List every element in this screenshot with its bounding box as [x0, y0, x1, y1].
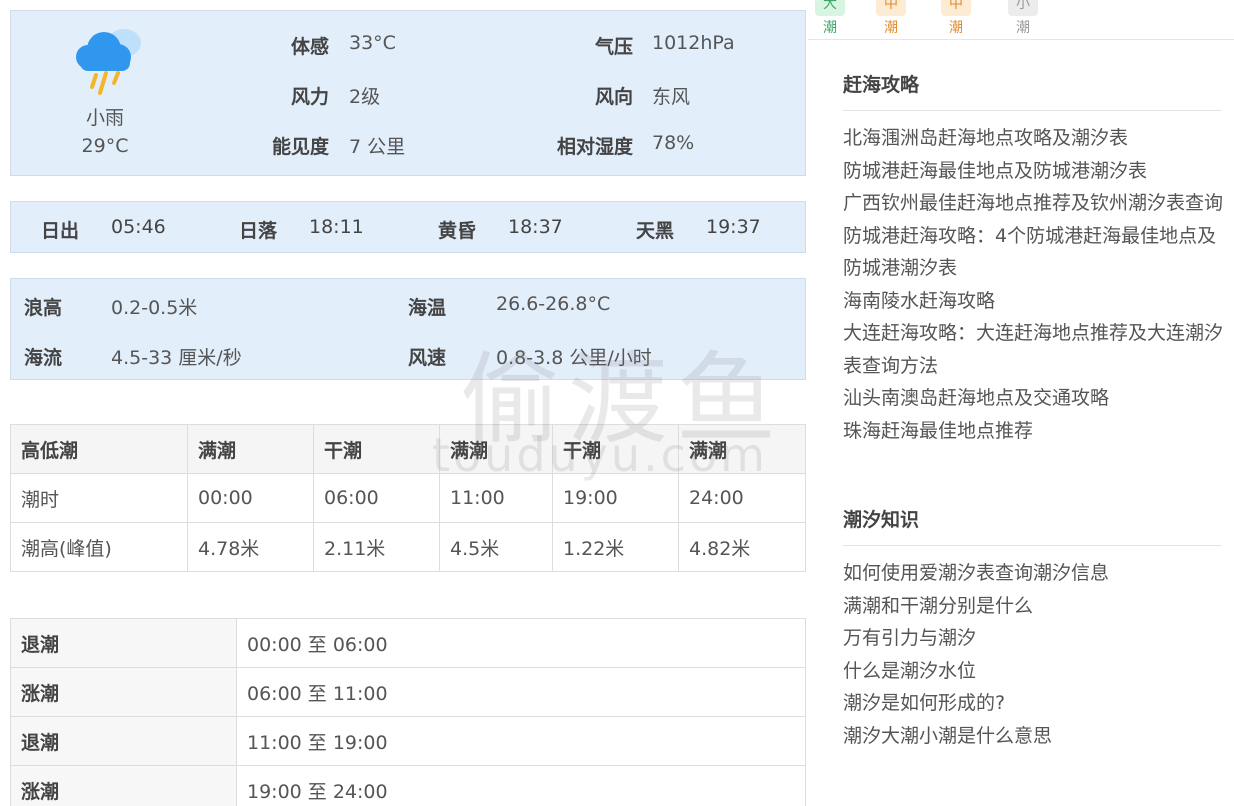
knowledge-section-title: 潮汐知识	[843, 509, 920, 531]
guide-link[interactable]: 珠海赶海最佳地点推荐	[843, 415, 1223, 448]
wind-speed-label: 风速	[408, 347, 447, 369]
guide-link[interactable]: 防城港赶海最佳地点及防城港潮汐表	[843, 155, 1223, 188]
table-cell: 06:00	[313, 473, 440, 523]
watermark-url: touduyu.com	[432, 428, 768, 482]
table-cell: 4.82米	[678, 522, 806, 572]
wind-direction-value: 东风	[652, 86, 691, 108]
tide-tag[interactable]: 大潮	[815, 0, 845, 36]
table-row: 涨潮 06:00 至 11:00	[10, 667, 806, 717]
sunrise-label: 日出	[41, 220, 80, 242]
table-cell: 潮时	[10, 473, 188, 523]
pressure-value: 1012hPa	[652, 32, 735, 54]
phase-range: 00:00 至 06:00	[236, 618, 806, 668]
sunset-label: 日落	[239, 220, 278, 242]
phase-range: 11:00 至 19:00	[236, 716, 806, 766]
feels-like-value: 33°C	[349, 32, 396, 54]
guide-link-list: 北海涠洲岛赶海地点攻略及潮汐表 防城港赶海最佳地点及防城港潮汐表 广西钦州最佳赶…	[843, 122, 1223, 447]
weather-row: 体感 33°C 气压 1012hPa	[11, 32, 807, 62]
knowledge-link[interactable]: 满潮和干潮分别是什么	[843, 590, 1223, 623]
table-row: 退潮 00:00 至 06:00	[10, 618, 806, 668]
guide-section-title: 赶海攻略	[843, 74, 920, 96]
table-row: 潮高(峰值) 4.78米 2.11米 4.5米 1.22米 4.82米	[10, 522, 806, 572]
dark-value: 19:37	[706, 216, 761, 238]
tide-tag[interactable]: 中潮	[941, 0, 971, 36]
divider	[843, 545, 1222, 546]
knowledge-link[interactable]: 如何使用爱潮汐表查询潮汐信息	[843, 557, 1223, 590]
guide-link[interactable]: 大连赶海攻略：大连赶海地点推荐及大连潮汐表查询方法	[843, 317, 1223, 382]
table-header: 高低潮	[10, 424, 188, 474]
wind-force-label: 风力	[290, 86, 329, 108]
phase-type: 涨潮	[10, 667, 237, 717]
weather-panel: 小雨 29°C 体感 33°C 气压 1012hPa 风力 2级 风向 东风 能…	[10, 10, 806, 176]
table-cell: 4.78米	[187, 522, 314, 572]
wind-force-value: 2级	[349, 86, 381, 108]
humidity-label: 相对湿度	[556, 136, 633, 158]
knowledge-link[interactable]: 什么是潮汐水位	[843, 655, 1223, 688]
phase-range: 19:00 至 24:00	[236, 765, 806, 806]
sea-temp-label: 海温	[408, 297, 447, 319]
tide-tag[interactable]: 中潮	[876, 0, 906, 36]
knowledge-link[interactable]: 潮汐大潮小潮是什么意思	[843, 720, 1223, 753]
sun-times-panel: 日出 05:46 日落 18:11 黄昏 18:37 天黑 19:37	[10, 201, 806, 253]
sea-temp-value: 26.6-26.8°C	[496, 293, 611, 315]
humidity-value: 78%	[652, 132, 695, 154]
table-cell: 4.5米	[439, 522, 553, 572]
table-row: 涨潮 19:00 至 24:00	[10, 765, 806, 806]
guide-link[interactable]: 北海涠洲岛赶海地点攻略及潮汐表	[843, 122, 1223, 155]
current-label: 海流	[24, 347, 63, 369]
table-cell: 潮高(峰值)	[10, 522, 188, 572]
tide-tag[interactable]: 小潮	[1008, 0, 1038, 36]
divider	[843, 110, 1222, 111]
main-content: 小雨 29°C 体感 33°C 气压 1012hPa 风力 2级 风向 东风 能…	[0, 0, 808, 806]
phase-type: 涨潮	[10, 765, 237, 806]
current-value: 4.5-33 厘米/秒	[111, 347, 242, 369]
dusk-label: 黄昏	[438, 220, 477, 242]
phase-range: 06:00 至 11:00	[236, 667, 806, 717]
table-row: 退潮 11:00 至 19:00	[10, 716, 806, 766]
pressure-label: 气压	[594, 36, 633, 58]
knowledge-link-list: 如何使用爱潮汐表查询潮汐信息 满潮和干潮分别是什么 万有引力与潮汐 什么是潮汐水…	[843, 557, 1223, 752]
visibility-value: 7 公里	[349, 136, 406, 158]
sunset-value: 18:11	[309, 216, 364, 238]
sidebar: 大潮 中潮 中潮 小潮 赶海攻略 北海涠洲岛赶海地点攻略及潮汐表 防城港赶海最佳…	[808, 0, 1234, 806]
dark-label: 天黑	[636, 220, 675, 242]
sunrise-value: 05:46	[111, 216, 166, 238]
divider	[808, 39, 1234, 40]
guide-link[interactable]: 海南陵水赶海攻略	[843, 285, 1223, 318]
wave-height-label: 浪高	[24, 297, 63, 319]
wind-direction-label: 风向	[594, 86, 633, 108]
dusk-value: 18:37	[508, 216, 563, 238]
phase-type: 退潮	[10, 618, 237, 668]
table-cell: 00:00	[187, 473, 314, 523]
guide-link[interactable]: 汕头南澳岛赶海地点及交通攻略	[843, 382, 1223, 415]
table-cell: 2.11米	[313, 522, 440, 572]
feels-like-label: 体感	[290, 36, 329, 58]
table-header: 满潮	[187, 424, 314, 474]
weather-row: 风力 2级 风向 东风	[11, 82, 807, 112]
wave-height-value: 0.2-0.5米	[111, 297, 198, 319]
tide-phase-table: 退潮 00:00 至 06:00 涨潮 06:00 至 11:00 退潮 11:…	[10, 618, 806, 806]
weather-row: 能见度 7 公里 相对湿度 78%	[11, 132, 807, 162]
guide-link[interactable]: 防城港赶海攻略：4个防城港赶海最佳地点及防城港潮汐表	[843, 220, 1223, 285]
visibility-label: 能见度	[271, 136, 329, 158]
table-header: 干潮	[313, 424, 440, 474]
knowledge-link[interactable]: 潮汐是如何形成的?	[843, 687, 1223, 720]
phase-type: 退潮	[10, 716, 237, 766]
guide-link[interactable]: 广西钦州最佳赶海地点推荐及钦州潮汐表查询	[843, 187, 1223, 220]
knowledge-link[interactable]: 万有引力与潮汐	[843, 622, 1223, 655]
table-cell: 1.22米	[552, 522, 679, 572]
